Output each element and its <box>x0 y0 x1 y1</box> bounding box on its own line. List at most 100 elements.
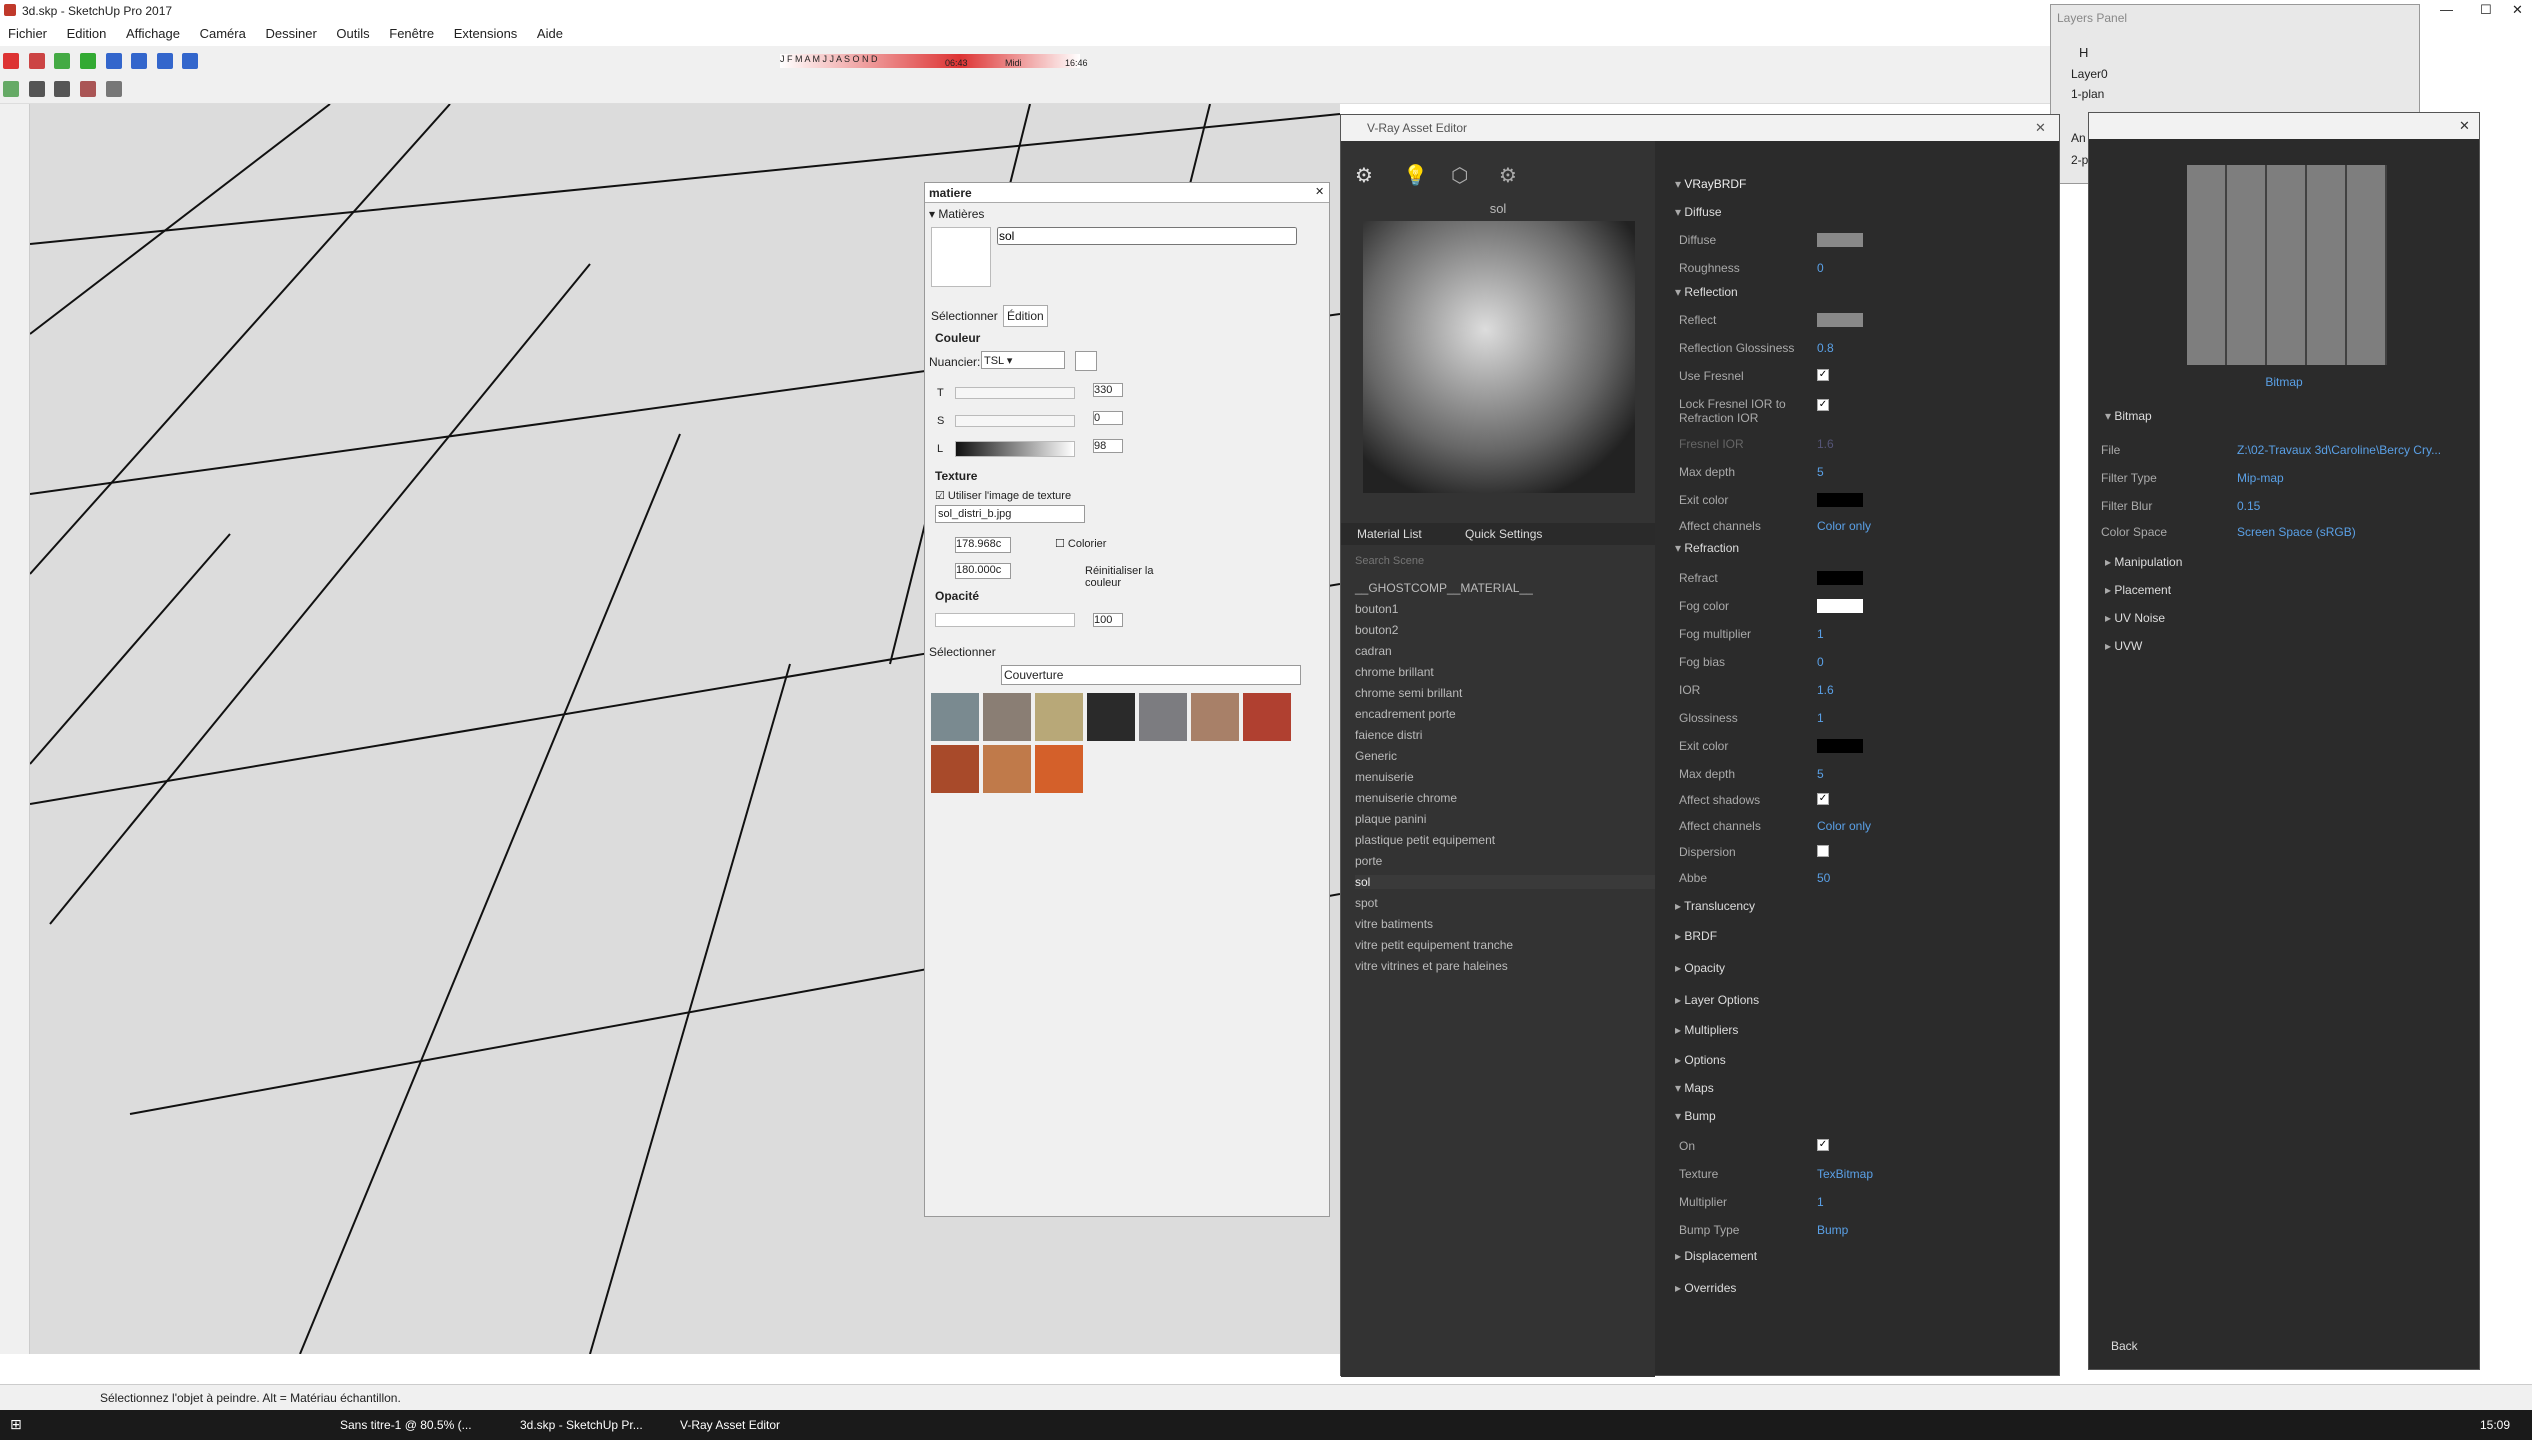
refr-depth-value[interactable]: 5 <box>1817 767 1824 781</box>
material-list-item[interactable]: vitre petit equipement tranche <box>1355 938 1513 952</box>
filter-select[interactable]: Mip-map <box>2237 471 2284 485</box>
material-list-item[interactable]: spot <box>1355 896 1378 910</box>
menu-extensions[interactable]: Extensions <box>446 22 526 45</box>
bump-mult-value[interactable]: 1 <box>1817 1195 1824 1209</box>
material-list-item[interactable]: chrome brillant <box>1355 665 1434 679</box>
fog-color[interactable] <box>1817 599 1863 613</box>
close-icon[interactable]: ✕ <box>2035 120 2046 136</box>
nuancier-select[interactable]: TSL ▾ <box>981 351 1065 369</box>
l-value[interactable]: 98 <box>1093 439 1123 453</box>
section-options[interactable]: Options <box>1675 1053 2045 1075</box>
material-list-item[interactable]: bouton1 <box>1355 602 1398 616</box>
shadow-month-slider[interactable]: J F M A M J J A S O N D <box>780 54 1080 68</box>
section-reflection[interactable]: Reflection <box>1675 285 2045 307</box>
menu-camera[interactable]: Caméra <box>192 22 254 45</box>
material-list-item[interactable]: porte <box>1355 854 1382 868</box>
section-diffuse[interactable]: Diffuse <box>1675 205 2045 227</box>
section-opacity[interactable]: Opacity <box>1675 961 2045 983</box>
fresnel-ior-value[interactable]: 1.6 <box>1817 437 1834 451</box>
geometry-icon[interactable]: ⬡ <box>1451 163 1468 188</box>
lock-ior-checkbox[interactable]: ✓ <box>1817 399 1829 411</box>
settings-icon[interactable]: ⚙ <box>1499 163 1517 188</box>
tool-icon[interactable] <box>3 53 19 69</box>
s-value[interactable]: 0 <box>1093 411 1123 425</box>
material-list-item[interactable]: menuiserie chrome <box>1355 791 1457 805</box>
t-value[interactable]: 330 <box>1093 383 1123 397</box>
lights-icon[interactable]: 💡 <box>1403 163 1428 188</box>
material-thumb[interactable] <box>983 745 1031 793</box>
taskbar-item[interactable]: 3d.skp - SketchUp Pr... <box>520 1418 643 1432</box>
menu-fenetre[interactable]: Fenêtre <box>381 22 442 45</box>
tool-icon[interactable] <box>54 53 71 69</box>
tool-icon[interactable] <box>105 81 122 97</box>
section-placement[interactable]: Placement <box>2105 583 2465 605</box>
refr-gloss-value[interactable]: 1 <box>1817 711 1824 725</box>
menu-fichier[interactable]: Fichier <box>0 22 55 45</box>
section-bump[interactable]: Bump <box>1675 1109 2045 1131</box>
refl-affect-select[interactable]: Color only <box>1817 519 1871 533</box>
refr-affect-select[interactable]: Color only <box>1817 819 1871 833</box>
bump-texture-link[interactable]: TexBitmap <box>1817 1167 1873 1181</box>
diffuse-color[interactable] <box>1817 233 1863 247</box>
material-list-item[interactable]: faience distri <box>1355 728 1422 742</box>
layer-item[interactable]: An <box>2071 131 2086 145</box>
minimize-button[interactable]: — <box>2440 2 2453 17</box>
tab-quick-settings[interactable]: Quick Settings <box>1465 527 1542 541</box>
section-bitmap[interactable]: Bitmap <box>2105 409 2465 431</box>
tool-icon[interactable] <box>3 81 19 97</box>
material-thumb[interactable] <box>1035 693 1083 741</box>
menu-affichage[interactable]: Affichage <box>118 22 188 45</box>
taskbar-item[interactable]: V-Ray Asset Editor <box>680 1418 780 1432</box>
taskbar-item[interactable]: Sans titre-1 @ 80.5% (... <box>340 1418 472 1432</box>
section-overrides[interactable]: Overrides <box>1675 1281 2045 1303</box>
close-button[interactable]: ✕ <box>2512 2 2523 18</box>
opacity-value[interactable]: 100 <box>1093 613 1123 627</box>
texture-file-field[interactable]: sol_distri_b.jpg <box>935 505 1085 523</box>
menu-outils[interactable]: Outils <box>328 22 377 45</box>
ior-value[interactable]: 1.6 <box>1817 683 1834 697</box>
layer-item[interactable]: 2-p <box>2071 153 2088 167</box>
file-path[interactable]: Z:\02-Travaux 3d\Caroline\Bercy Cry... <box>2237 443 2441 457</box>
material-list-item[interactable]: vitre batiments <box>1355 917 1433 931</box>
tool-icon[interactable] <box>28 81 45 97</box>
color-swatch[interactable] <box>1075 351 1097 371</box>
tool-icon[interactable] <box>79 81 96 97</box>
roughness-value[interactable]: 0 <box>1817 261 1824 275</box>
section-displacement[interactable]: Displacement <box>1675 1249 2045 1271</box>
refl-gloss-value[interactable]: 0.8 <box>1817 341 1834 355</box>
material-thumb[interactable] <box>1087 693 1135 741</box>
reflect-color[interactable] <box>1817 313 1863 327</box>
layer-item[interactable]: Layer0 <box>2071 67 2108 81</box>
section-maps[interactable]: Maps <box>1675 1081 2045 1103</box>
refl-exit-color[interactable] <box>1817 493 1863 507</box>
tool-icon[interactable] <box>156 53 173 69</box>
opacity-slider[interactable] <box>935 613 1075 627</box>
tool-icon[interactable] <box>28 53 45 69</box>
back-button[interactable]: Back <box>2111 1339 2138 1353</box>
section-uvw[interactable]: UVW <box>2105 639 2465 661</box>
bump-on-checkbox[interactable]: ✓ <box>1817 1139 1829 1151</box>
material-thumb[interactable] <box>1139 693 1187 741</box>
s-slider[interactable] <box>955 415 1075 427</box>
dispersion-checkbox[interactable] <box>1817 845 1829 857</box>
tool-icon[interactable] <box>131 53 148 69</box>
materials-icon[interactable]: ⚙ <box>1355 163 1373 188</box>
material-name-input[interactable] <box>997 227 1297 245</box>
tab-select[interactable]: Sélectionner <box>931 309 998 323</box>
tool-icon[interactable] <box>105 53 122 69</box>
material-list-item[interactable]: bouton2 <box>1355 623 1398 637</box>
library-select[interactable]: Couverture <box>1001 665 1301 685</box>
fresnel-checkbox[interactable]: ✓ <box>1817 369 1829 381</box>
tab-material-list[interactable]: Material List <box>1357 527 1422 541</box>
material-thumb[interactable] <box>1243 693 1291 741</box>
l-slider[interactable] <box>955 441 1075 457</box>
material-list-item[interactable]: plastique petit equipement <box>1355 833 1495 847</box>
section-refraction[interactable]: Refraction <box>1675 541 2045 563</box>
refl-depth-value[interactable]: 5 <box>1817 465 1824 479</box>
tool-icon[interactable] <box>54 81 71 97</box>
material-list-item[interactable]: sol <box>1355 875 1655 889</box>
search-scene-input[interactable] <box>1355 551 1635 571</box>
fogm-value[interactable]: 1 <box>1817 627 1824 641</box>
section-uv-noise[interactable]: UV Noise <box>2105 611 2465 633</box>
material-list-item[interactable]: plaque panini <box>1355 812 1426 826</box>
